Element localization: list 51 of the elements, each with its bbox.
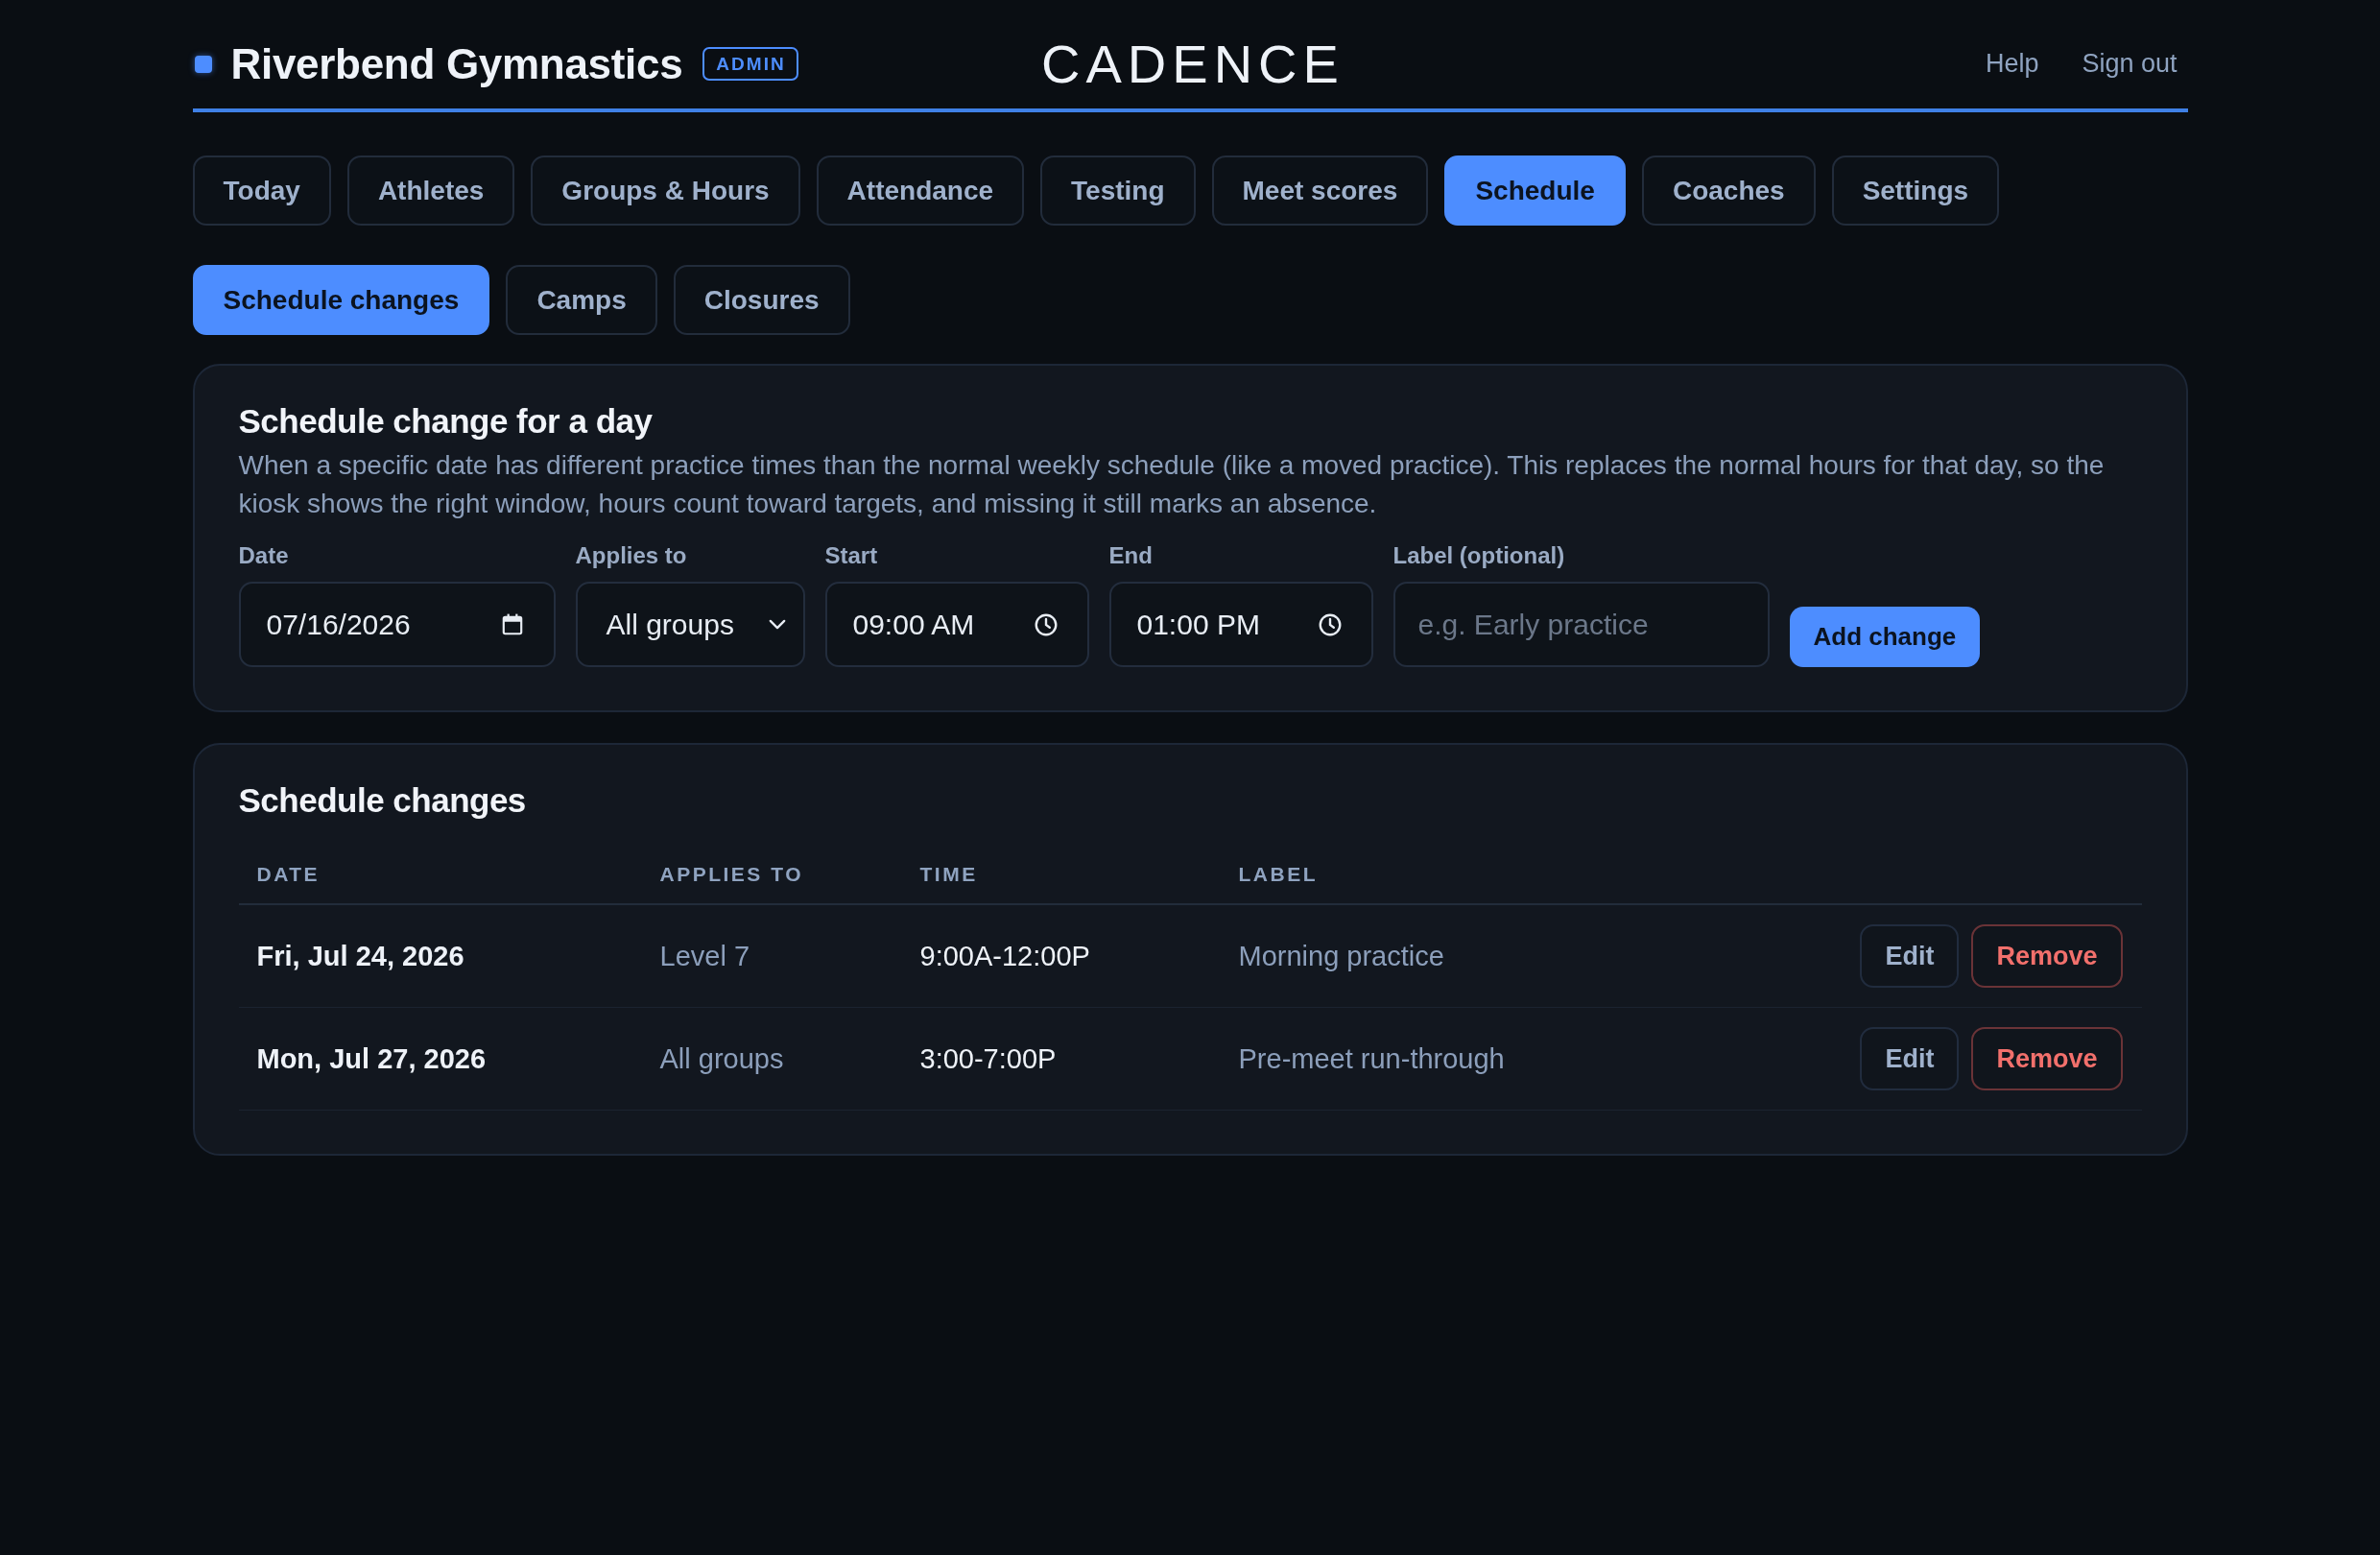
edit-button[interactable]: Edit	[1860, 1027, 1960, 1090]
table-cell-text: Pre-meet run-through	[1237, 1042, 1506, 1075]
nav-tab[interactable]: Coaches	[1641, 156, 1816, 226]
clock-icon[interactable]	[1033, 611, 1059, 637]
header-link[interactable]: Sign out	[2082, 49, 2178, 79]
field-label: Label (optional)	[1392, 542, 1566, 569]
nav-tab[interactable]: Schedule	[1444, 156, 1626, 226]
column-header: TIME	[918, 863, 979, 886]
nav-tab[interactable]: Attendance	[816, 156, 1025, 226]
app-logo: CADENCE	[1040, 33, 1345, 95]
chevron-down-icon[interactable]	[768, 619, 786, 630]
card-title: Schedule change for a day	[238, 402, 654, 441]
table-cell-text: 3:00-7:00P	[918, 1042, 1058, 1075]
column-header: DATE	[255, 863, 321, 886]
clock-icon[interactable]	[1317, 611, 1343, 637]
nav-tab[interactable]: Meet scores	[1211, 156, 1429, 226]
time-field[interactable]: 01:00 PM	[1108, 582, 1373, 667]
column-header: APPLIES TO	[658, 863, 804, 886]
nav-tab[interactable]: Settings	[1831, 156, 2000, 226]
header-link[interactable]: Help	[1985, 49, 2039, 79]
remove-button[interactable]: Remove	[1971, 924, 2123, 988]
date-field[interactable]: 07/16/2026	[238, 582, 556, 667]
nav-tab[interactable]: Testing	[1040, 156, 1196, 226]
field-label: Date	[238, 542, 290, 569]
field-label: Start	[824, 542, 879, 569]
role-badge: ADMIN	[702, 47, 798, 81]
organization-name: Riverbend Gymnastics	[230, 39, 683, 88]
nav-tab[interactable]: Groups & Hours	[531, 156, 800, 226]
sub-tab[interactable]: Schedule changes	[192, 265, 490, 335]
add-change-button[interactable]: Add change	[1789, 607, 1981, 667]
group-select[interactable]: All groups	[575, 582, 805, 667]
remove-button[interactable]: Remove	[1971, 1027, 2123, 1090]
table-cell-text: Morning practice	[1237, 940, 1445, 972]
time-field[interactable]: 09:00 AM	[824, 582, 1089, 667]
sub-tab[interactable]: Closures	[673, 265, 850, 335]
label-field[interactable]: e.g. Early practice	[1392, 582, 1770, 667]
table-cell-text: Level 7	[658, 940, 750, 972]
card-description: When a specific date has different practice times than the normal weekly schedule (like a moved practice). This replaces the normal hours for that day, so the kiosk shows the right window, hours count toward targets, and missing it still marks an absence.	[238, 449, 2106, 520]
column-header: LABEL	[1237, 863, 1319, 886]
table-cell-text: All groups	[658, 1042, 785, 1075]
square-logo-icon	[194, 55, 212, 73]
table-cell-text: 9:00A-12:00P	[918, 940, 1091, 972]
table-cell-text: Fri, Jul 24, 2026	[255, 940, 465, 972]
nav-tab[interactable]: Athletes	[346, 156, 515, 226]
table-cell-text: Mon, Jul 27, 2026	[255, 1042, 488, 1075]
sub-tab[interactable]: Camps	[506, 265, 657, 335]
card-title: Schedule changes	[238, 781, 527, 820]
nav-tab[interactable]: Today	[192, 156, 331, 226]
field-label: Applies to	[575, 542, 688, 569]
edit-button[interactable]: Edit	[1860, 924, 1960, 988]
field-label: End	[1108, 542, 1154, 569]
